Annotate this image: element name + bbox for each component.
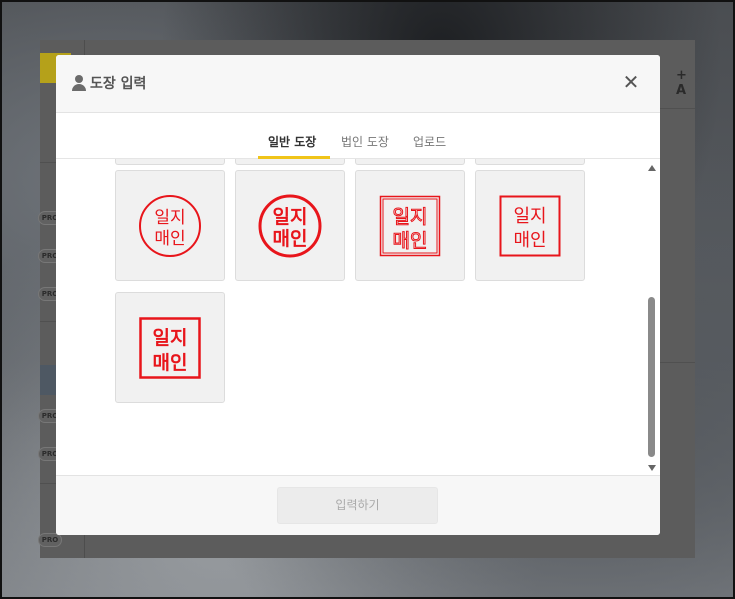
stamp-option-partial[interactable] — [475, 159, 585, 165]
stamp-type-tabs: 일반 도장 법인 도장 업로드 — [56, 113, 660, 159]
stamp-text-line2: 매인 — [393, 230, 428, 252]
modal-title-group: 도장 입력 — [72, 73, 146, 93]
stamp-text-line2: 매인 — [513, 230, 546, 251]
stamp-text-line1: 일지 — [393, 206, 428, 228]
stamp-text-line2: 매인 — [154, 229, 185, 249]
submit-button[interactable]: 입력하기 — [277, 487, 438, 524]
close-icon[interactable]: ✕ — [622, 72, 640, 92]
scroll-up-icon[interactable] — [648, 165, 656, 171]
stamp-option-2[interactable]: 일지 매인 — [235, 170, 345, 281]
stamp-option-partial[interactable] — [115, 159, 225, 165]
scroll-down-icon[interactable] — [648, 465, 656, 471]
stamp-option-partial[interactable] — [235, 159, 345, 165]
vertical-scrollbar[interactable] — [646, 159, 658, 475]
stamp-option-3[interactable]: 일지 매인 — [355, 170, 465, 281]
stamp-text-line2: 매인 — [273, 228, 308, 250]
modal-header: 도장 입력 ✕ — [56, 55, 660, 113]
stamp-option-partial[interactable] — [355, 159, 465, 165]
modal-title: 도장 입력 — [90, 76, 147, 92]
stamp-input-modal: 도장 입력 ✕ 일반 도장 법인 도장 업로드 일지 매인 일지 매인 일지 매… — [56, 55, 660, 535]
stamp-text-line1: 일지 — [154, 208, 185, 228]
stamp-grid: 일지 매인 일지 매인 일지 매인 일지 매인 일지 매인 — [56, 159, 660, 475]
stamp-text-line2: 매인 — [153, 352, 188, 374]
stamp-text-line1: 일지 — [513, 206, 546, 227]
stamp-text-line1: 일지 — [273, 206, 308, 228]
add-button-label: + A — [676, 68, 687, 98]
tab-corporate-stamp[interactable]: 법인 도장 — [341, 133, 389, 150]
stamp-option-4[interactable]: 일지 매인 — [475, 170, 585, 281]
divider — [660, 362, 695, 363]
stamp-option-5[interactable]: 일지 매인 — [115, 292, 225, 403]
stamp-option-1[interactable]: 일지 매인 — [115, 170, 225, 281]
round-bold-stamp-icon: 일지 매인 — [258, 194, 322, 257]
modal-footer: 입력하기 — [56, 475, 660, 535]
scrollbar-thumb[interactable] — [648, 297, 655, 457]
square-bold-stamp-icon: 일지 매인 — [139, 316, 201, 379]
square-stamp-icon: 일지 매인 — [499, 195, 561, 256]
pro-badge: PRO — [38, 533, 62, 547]
stamp-text-line1: 일지 — [153, 327, 188, 349]
divider — [660, 108, 695, 109]
user-icon — [72, 75, 86, 91]
tab-general-stamp[interactable]: 일반 도장 — [268, 133, 316, 150]
tab-upload[interactable]: 업로드 — [413, 133, 446, 150]
square-outline-stamp-icon: 일지 매인 — [379, 195, 441, 256]
round-stamp-icon: 일지 매인 — [139, 194, 201, 257]
